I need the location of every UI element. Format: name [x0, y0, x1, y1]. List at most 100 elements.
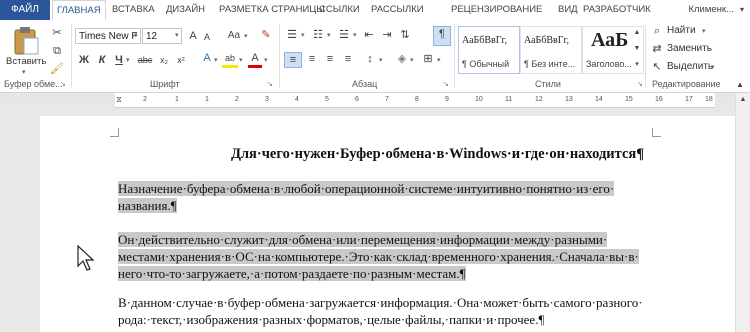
tab-developer[interactable]: РАЗРАБОТЧИК	[583, 0, 651, 20]
style-no-spacing[interactable]: АаБбВвГг, ¶ Без инте...	[520, 26, 582, 74]
select-button[interactable]: Выделить	[667, 60, 713, 74]
show-marks-button[interactable]: ¶	[433, 26, 451, 46]
styles-group-label: Стили	[535, 79, 561, 89]
style-name: ¶ Обычный	[462, 59, 510, 69]
user-name[interactable]: Клименк...	[688, 0, 734, 20]
text-effects-icon[interactable]: A	[200, 51, 214, 65]
ruler-number: 14	[595, 96, 603, 103]
ruler-number: 17	[685, 96, 693, 103]
user-caret-icon[interactable]: ▾	[740, 0, 744, 20]
styles-scroll-up-icon[interactable]: ▲	[632, 26, 642, 40]
collapse-ribbon-icon[interactable]: ▲	[734, 78, 746, 92]
change-case-caret-icon[interactable]: ▾	[244, 32, 248, 40]
tab-layout[interactable]: РАЗМЕТКА СТРАНИЦЫ	[219, 0, 325, 20]
font-name-caret-icon[interactable]: ▾	[134, 31, 138, 39]
bullets-caret-icon[interactable]: ▾	[301, 31, 305, 39]
text-effects-caret-icon[interactable]: ▾	[214, 56, 218, 64]
styles-more-icon[interactable]: ▾	[632, 58, 642, 72]
ruler-number: 7	[385, 96, 389, 103]
decrease-indent-icon[interactable]: ⇤	[362, 28, 376, 42]
style-name: Заголово...	[586, 59, 632, 69]
text-line: Он·действительно·служит·для·обмена·или·п…	[118, 232, 608, 247]
justify-button[interactable]: ≡	[340, 52, 356, 66]
line-spacing-caret-icon[interactable]: ▾	[379, 56, 383, 64]
format-painter-icon[interactable]: 🖌	[50, 62, 64, 76]
shading-icon[interactable]: ◈	[394, 52, 410, 66]
line-spacing-icon[interactable]: ↕	[362, 52, 378, 66]
text-line: названия.¶	[118, 198, 177, 213]
numbering-caret-icon[interactable]: ▾	[327, 31, 331, 39]
replace-button[interactable]: Заменить	[667, 42, 712, 56]
bold-button[interactable]: Ж	[78, 53, 90, 67]
tab-insert[interactable]: ВСТАВКА	[112, 0, 155, 20]
paste-button[interactable]: Вставить ▾	[6, 24, 46, 76]
vertical-scrollbar[interactable]: ▲	[735, 93, 750, 332]
font-color-caret-icon[interactable]: ▾	[264, 56, 268, 64]
tab-review[interactable]: РЕЦЕНЗИРОВАНИЕ	[451, 0, 542, 20]
ruler-number: 8	[415, 96, 419, 103]
document-paragraph[interactable]: Он·действительно·служит·для·обмена·или·п…	[118, 231, 678, 282]
scroll-up-icon[interactable]: ▲	[737, 93, 749, 107]
highlight-button[interactable]: ab	[222, 51, 238, 68]
find-caret-icon[interactable]: ▾	[702, 27, 706, 35]
margin-corner	[652, 128, 661, 137]
horizontal-ruler[interactable]: ⧖ 2 1 1 2 3 4 5 6 7 8 9 10 11 12 13 14 1…	[115, 93, 715, 108]
borders-icon[interactable]: ⊞	[420, 52, 436, 66]
tab-mailings[interactable]: РАССЫЛКИ	[371, 0, 424, 20]
styles-scroll-down-icon[interactable]: ▼	[632, 42, 642, 56]
text-line: местами·хранения·в·ОС·на·компьютере.·Это…	[118, 249, 639, 264]
document-paragraph[interactable]: В·данном·случае·в·буфер·обмена·загружает…	[118, 294, 678, 328]
style-preview: АаБбВвГг,	[462, 35, 508, 46]
multilevel-list-icon[interactable]: ☱	[336, 28, 352, 42]
bullets-icon[interactable]: ☰	[284, 28, 300, 42]
find-button[interactable]: Найти	[667, 24, 696, 38]
align-center-button[interactable]: ≡	[304, 52, 320, 66]
paste-caret-icon: ▾	[22, 69, 26, 76]
borders-caret-icon[interactable]: ▾	[437, 56, 441, 64]
grow-font-icon[interactable]: A	[187, 29, 199, 43]
italic-button[interactable]: К	[96, 53, 108, 67]
align-left-button[interactable]: ≡	[284, 52, 302, 68]
tab-view[interactable]: ВИД	[558, 0, 578, 20]
superscript-button[interactable]: x²	[174, 53, 188, 67]
clipboard-launcher-icon[interactable]: ↘	[60, 80, 66, 88]
font-name-box[interactable]: Times New F	[75, 28, 141, 44]
numbering-icon[interactable]: ☷	[310, 28, 326, 42]
clear-formatting-icon[interactable]: ✎	[258, 28, 274, 42]
document-page[interactable]: Для·чего·нужен·Буфер·обмена·в·Windows·и·…	[40, 116, 735, 332]
highlight-caret-icon[interactable]: ▾	[239, 56, 243, 64]
sort-icon[interactable]: ⇅	[398, 28, 412, 42]
ruler-number: 10	[475, 96, 483, 103]
strikethrough-button[interactable]: abc	[136, 53, 154, 67]
underline-button[interactable]: Ч	[113, 53, 125, 67]
indent-marker-icon[interactable]: ⧖	[115, 93, 123, 107]
increase-indent-icon[interactable]: ⇥	[380, 28, 394, 42]
multilevel-caret-icon[interactable]: ▾	[353, 31, 357, 39]
tab-home[interactable]: ГЛАВНАЯ	[52, 0, 106, 20]
paragraph-launcher-icon[interactable]: ↘	[443, 80, 449, 88]
select-icon: ↖	[652, 61, 662, 73]
font-size-caret-icon[interactable]: ▾	[175, 31, 179, 39]
tab-references[interactable]: ССЫЛКИ	[319, 0, 360, 20]
ruler-number: 15	[625, 96, 633, 103]
styles-launcher-icon[interactable]: ↘	[637, 80, 643, 88]
tab-design[interactable]: ДИЗАЙН	[166, 0, 205, 20]
cut-icon[interactable]: ✂	[50, 26, 64, 40]
shading-caret-icon[interactable]: ▾	[410, 56, 414, 64]
font-launcher-icon[interactable]: ↘	[267, 80, 273, 88]
document-paragraph[interactable]: Назначение·буфера·обмена·в·любой·операци…	[118, 180, 678, 214]
font-color-button[interactable]: A	[248, 51, 262, 68]
change-case-icon[interactable]: Aa	[225, 29, 243, 43]
style-normal[interactable]: АаБбВвГг, ¶ Обычный	[458, 26, 520, 74]
select-caret-icon[interactable]: ▾	[711, 63, 715, 71]
copy-icon[interactable]: ⧉	[50, 44, 64, 58]
shrink-font-icon[interactable]: A	[202, 30, 212, 44]
align-right-button[interactable]: ≡	[322, 52, 338, 66]
clipboard-icon	[14, 27, 39, 55]
subscript-button[interactable]: x₂	[157, 53, 171, 67]
tab-file[interactable]: ФАЙЛ	[0, 0, 50, 20]
ruler-number: 5	[325, 96, 329, 103]
underline-caret-icon[interactable]: ▾	[126, 56, 130, 64]
editing-group-label: Редактирование	[652, 79, 721, 89]
document-heading[interactable]: Для·чего·нужен·Буфер·обмена·в·Windows·и·…	[40, 146, 735, 163]
